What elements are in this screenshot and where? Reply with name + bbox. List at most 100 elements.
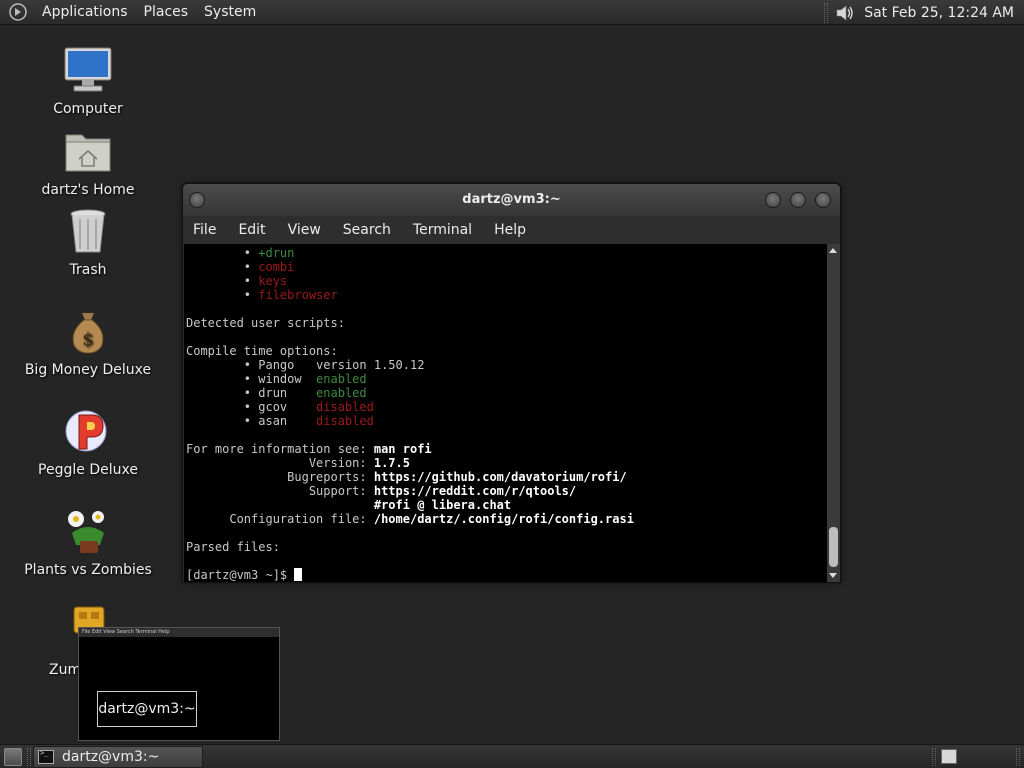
line-text: • [186,260,259,274]
mode-name: filebrowser [258,288,338,302]
terminal-scrollbar[interactable] [827,244,840,582]
info-value: #rofi @ libera.chat [373,498,512,512]
line-text [186,498,374,512]
shell-prompt: [dartz@vm3 ~]$ [186,568,295,582]
workspace-switcher[interactable] [941,749,957,764]
gnome-foot-icon[interactable] [8,2,28,22]
line-text: • drun [186,386,317,400]
menu-help[interactable]: Help [483,222,537,238]
bottom-panel: dartz@vm3:~ [0,744,1024,768]
terminal-line: • asan disabled [186,414,827,428]
desktop-icon-plants-zombies[interactable]: Plants vs Zombies [18,505,158,579]
desktop-icon-label: Trash [69,262,107,278]
line-text: • [186,288,259,302]
line-text: For more information see: [186,442,374,456]
line-text: • [186,246,259,260]
terminal-line: • keys [186,274,827,288]
desktop-icon-label: Computer [53,101,123,117]
line-text: Configuration file: [186,512,374,526]
info-value: 1.7.5 [373,456,410,470]
home-folder-icon [65,134,111,172]
menu-file[interactable]: File [183,222,227,238]
option-status: disabled [316,414,374,428]
terminal-line: Parsed files: [186,540,280,554]
scroll-up-icon[interactable] [829,248,837,253]
terminal-line: Detected user scripts: [186,316,345,330]
preview-menubar: File Edit View Search Terminal Help [79,628,279,637]
terminal-menubar: File Edit View Search Terminal Help [183,216,840,244]
minimize-button[interactable] [765,192,781,208]
terminal-window[interactable]: dartz@vm3:~ File Edit View Search Termin… [182,183,841,583]
terminal-line: Bugreports: https://github.com/davatoriu… [186,470,827,484]
maximize-button[interactable] [790,192,806,208]
desktop-icon-computer[interactable]: Computer [18,44,158,118]
system-tray: Sat Feb 25, 12:24 AM [824,0,1024,25]
desktop-icon-home[interactable]: dartz's Home [18,125,158,199]
peggle-icon [65,410,107,452]
menu-view[interactable]: View [277,222,332,238]
terminal-prompt-line[interactable]: [dartz@vm3 ~]$ [186,568,827,582]
info-value: https://github.com/davatorium/rofi/ [373,470,627,484]
desktop-icon-label: Big Money Deluxe [24,362,152,378]
terminal-line: • filebrowser [186,288,827,302]
close-button[interactable] [815,192,831,208]
info-value: man rofi [373,442,432,456]
system-menu[interactable]: System [196,4,264,20]
mode-name: keys [258,274,288,288]
info-value: /home/dartz/.config/rofi/config.rasi [373,512,634,526]
window-title: dartz@vm3:~ [462,192,561,207]
terminal-line: Compile time options: [186,344,338,358]
mode-name: +drun [258,246,295,260]
panel-separator [1016,748,1020,766]
info-value: https://reddit.com/r/qtools/ [373,484,577,498]
terminal-line: #rofi @ libera.chat [186,498,827,512]
applications-menu[interactable]: Applications [34,4,136,20]
taskbar-item-terminal[interactable]: dartz@vm3:~ [33,746,203,768]
terminal-line: • window enabled [186,372,827,386]
scroll-down-icon[interactable] [829,573,837,578]
desktop-icon-label: Peggle Deluxe [38,462,138,478]
terminal-output[interactable]: • +drun • combi • keys • filebrowser Dete… [184,244,827,582]
panel-separator [932,748,936,766]
line-text: • window [186,372,317,386]
mode-name: combi [258,260,295,274]
line-text: • gcov [186,400,317,414]
terminal-icon [38,749,54,764]
line-text: Bugreports: [186,470,374,484]
menu-edit[interactable]: Edit [227,222,276,238]
menu-terminal[interactable]: Terminal [402,222,483,238]
terminal-line: Version: 1.7.5 [186,456,827,470]
line-text: • asan [186,414,317,428]
computer-icon [64,47,112,92]
scrollbar-thumb[interactable] [829,527,838,567]
line-text: Support: [186,484,374,498]
desktop-icon-big-money[interactable]: $ Big Money Deluxe [18,305,158,379]
line-text: • [186,274,259,288]
terminal-line: Support: https://reddit.com/r/qtools/ [186,484,827,498]
option-status: enabled [316,386,367,400]
taskbar-item-label: dartz@vm3:~ [62,749,160,765]
window-titlebar[interactable]: dartz@vm3:~ [183,184,840,216]
show-desktop-icon[interactable] [4,748,22,766]
panel-separator [824,2,829,23]
menu-search[interactable]: Search [332,222,402,238]
volume-icon[interactable] [834,3,856,23]
window-menu-button[interactable] [189,192,205,208]
option-status: disabled [316,400,374,414]
desktop-icon-label: Plants vs Zombies [24,562,152,578]
desktop-icon-trash[interactable]: Trash [18,205,158,279]
desktop-icon-peggle[interactable]: Peggle Deluxe [18,405,158,479]
clock[interactable]: Sat Feb 25, 12:24 AM [856,5,1024,21]
places-menu[interactable]: Places [136,4,197,20]
money-bag-icon: $ [72,313,104,354]
top-panel: Applications Places System Sat Feb 25, 1… [0,0,1024,25]
plants-icon [68,511,104,553]
desktop-icon-label: dartz's Home [41,182,135,198]
terminal-line: • Pango version 1.50.12 [186,358,425,372]
terminal-line: • combi [186,260,827,274]
option-status: enabled [316,372,367,386]
